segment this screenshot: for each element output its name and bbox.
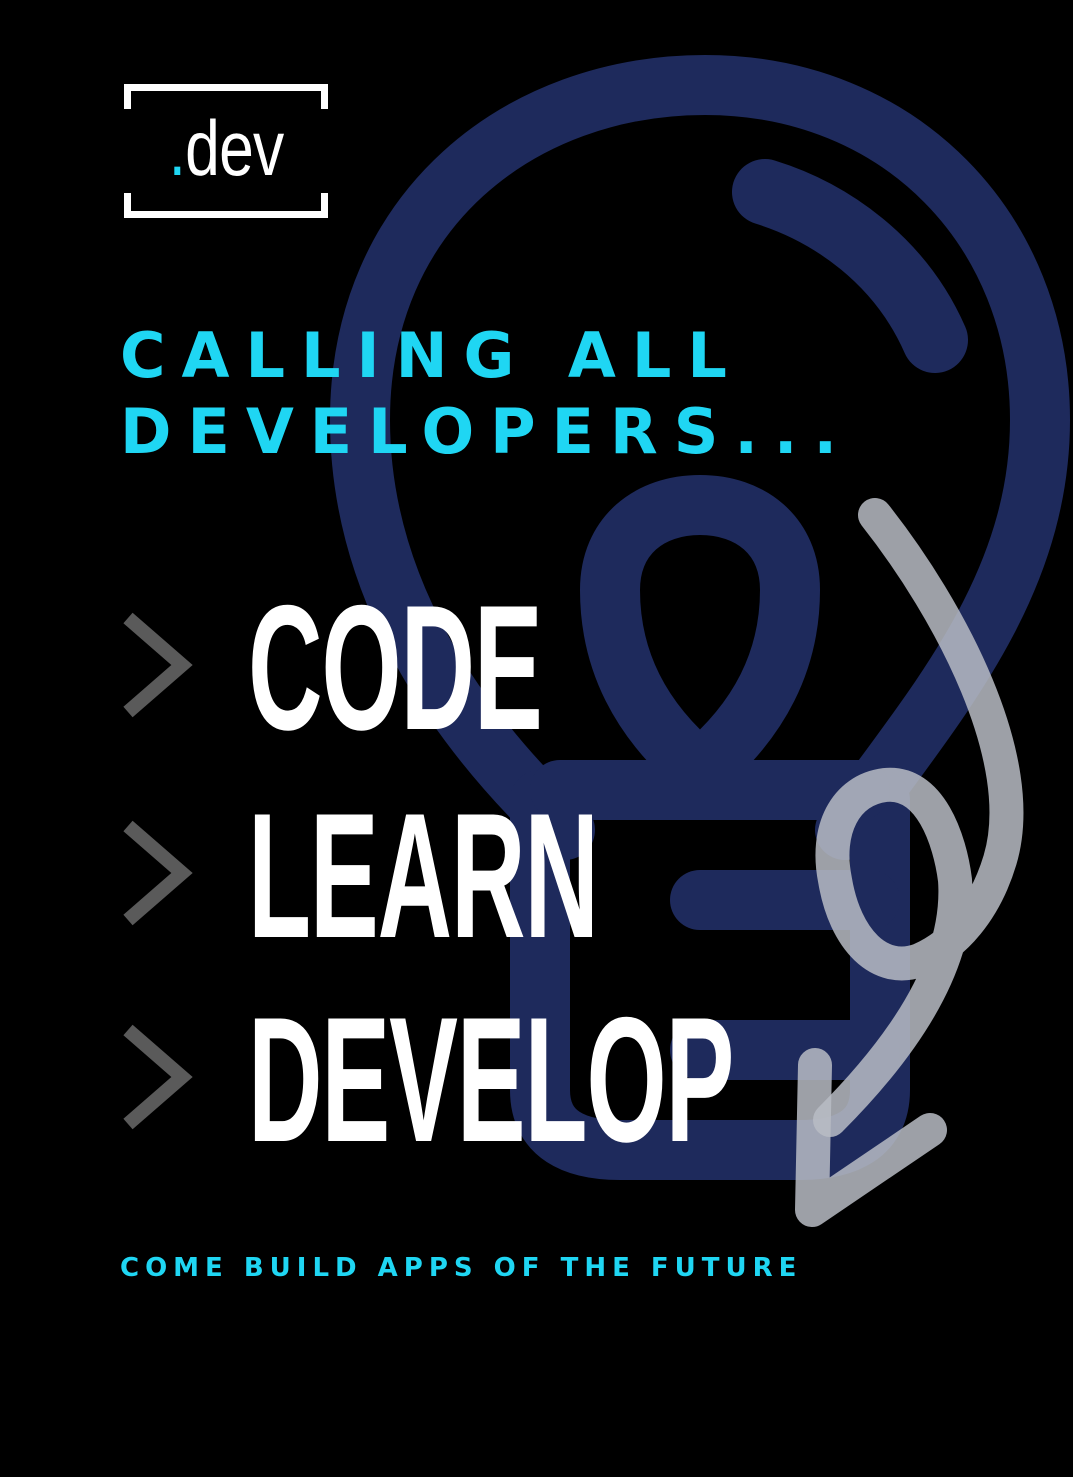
logo-frame-top — [134, 84, 318, 91]
word-code: CODE — [248, 568, 543, 767]
headline-line-2: DEVELOPERS... — [120, 395, 854, 468]
chevron-right-icon — [123, 612, 193, 718]
headline-line-1: CALLING ALL — [120, 319, 743, 392]
logo-dot: . — [168, 104, 186, 192]
logo-word: dev — [185, 104, 284, 192]
poster: .dev CALLING ALL DEVELOPERS... CODE LEAR… — [0, 0, 1073, 1477]
chevron-right-icon — [123, 1024, 193, 1130]
logo-text: .dev — [144, 98, 307, 198]
dev-logo: .dev — [124, 84, 328, 218]
logo-frame-bottom — [134, 211, 318, 218]
tagline: COME BUILD APPS OF THE FUTURE — [120, 1253, 803, 1283]
chevron-right-icon — [123, 820, 193, 926]
headline: CALLING ALL DEVELOPERS... — [120, 318, 1020, 470]
word-learn: LEARN — [248, 776, 599, 975]
word-develop: DEVELOP — [248, 980, 734, 1179]
